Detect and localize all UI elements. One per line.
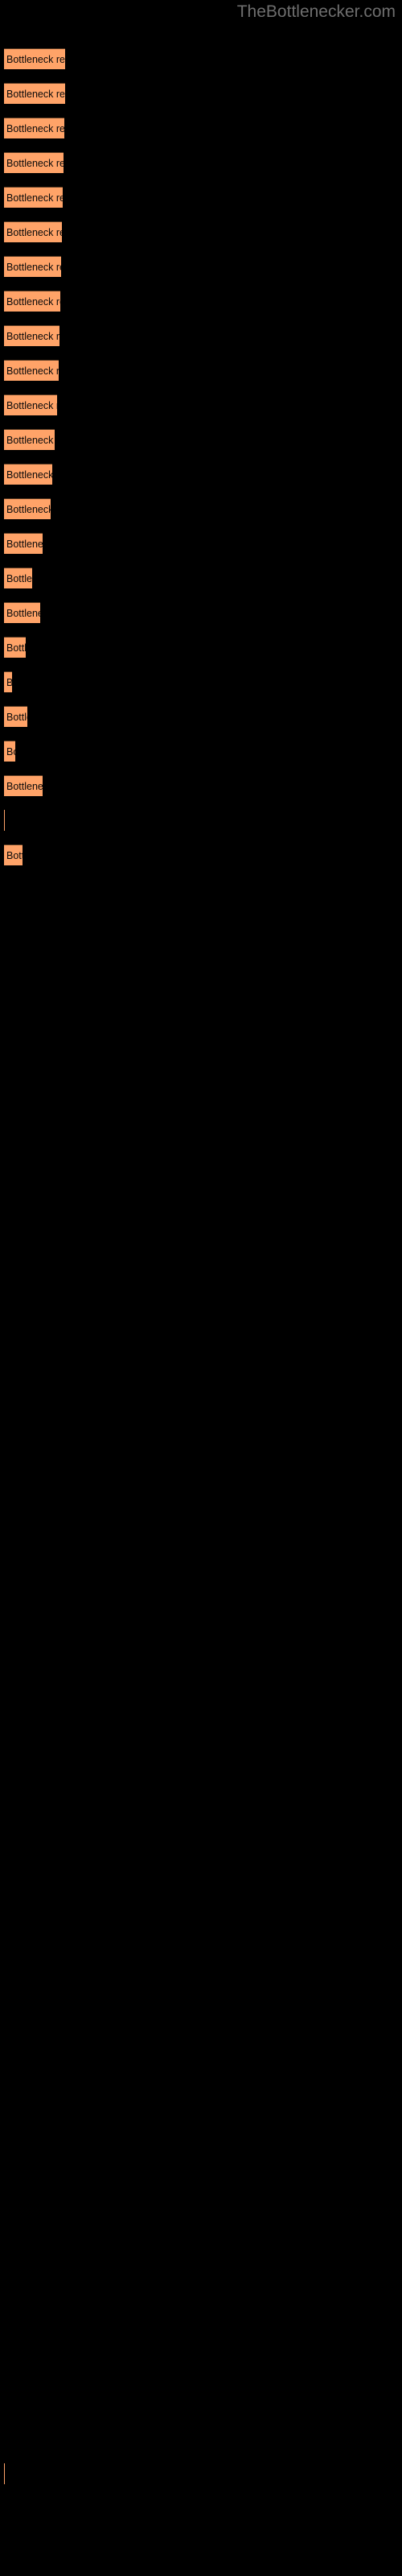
bar-19[interactable]: Bottleneck result <box>4 671 12 692</box>
bar-label: Bottleneck result <box>6 88 65 100</box>
bar-label: Bottleneck result <box>6 192 63 204</box>
bar-label: Bottleneck result <box>6 122 64 134</box>
bar-14[interactable]: Bottleneck result <box>4 498 51 519</box>
bar-10[interactable]: Bottleneck result <box>4 360 59 381</box>
bar-label: Bottleneck result <box>6 745 15 758</box>
bar-label: Bottleneck result <box>6 53 65 65</box>
bar-7[interactable]: Bottleneck result <box>4 256 61 277</box>
bar-label: Bottleneck result <box>6 677 12 688</box>
bar-9[interactable]: Bottleneck result <box>4 325 59 346</box>
bar-8[interactable]: Bottleneck result <box>4 291 60 312</box>
bar-4[interactable]: Bottleneck result <box>4 152 64 173</box>
bottleneck-bar-chart: TheBottlenecker.com Bottleneck result Bot… <box>0 0 402 2576</box>
bar-16[interactable]: Bottleneck result <box>4 568 32 588</box>
bar-label: Bottleneck result <box>6 365 59 377</box>
bar-label: Bottleneck result <box>6 572 32 584</box>
bar-label: Bottleneck result <box>6 642 26 654</box>
bar-24[interactable]: Bottleneck result <box>4 844 23 865</box>
bar-17[interactable]: Bottleneck result <box>4 602 40 623</box>
bar-label: Bottleneck result <box>6 434 55 446</box>
bar-11[interactable]: Bottleneck result <box>4 394 57 415</box>
bar-3[interactable]: Bottleneck result <box>4 118 64 138</box>
bar-label: Bottleneck result <box>6 226 62 238</box>
bar-label: Bottleneck result <box>6 849 23 861</box>
bar-2[interactable]: Bottleneck result <box>4 83 65 104</box>
bar-6[interactable]: Bottleneck result <box>4 221 62 242</box>
bar-15[interactable]: Bottleneck result <box>4 533 43 554</box>
bar-label: Bottleneck result <box>6 157 64 169</box>
bar-22[interactable]: Bottleneck result <box>4 775 43 796</box>
bar-12[interactable]: Bottleneck result <box>4 429 55 450</box>
bar-label: Bottleneck result <box>6 711 27 723</box>
bar-label: Bottleneck result <box>6 399 57 411</box>
bar-5[interactable]: Bottleneck result <box>4 187 63 208</box>
bar-18[interactable]: Bottleneck result <box>4 637 26 658</box>
bar-label: Bottleneck result <box>6 469 52 481</box>
bar-label: Bottleneck result <box>6 607 40 619</box>
bar-23[interactable]: Bottleneck result <box>4 810 5 831</box>
bar-20[interactable]: Bottleneck result <box>4 706 27 727</box>
bar-label: Bottleneck result <box>6 330 59 342</box>
page-title: TheBottlenecker.com <box>236 2 396 21</box>
bar-25[interactable]: Bottleneck result <box>4 2463 5 2484</box>
bar-label: Bottleneck result <box>6 780 43 792</box>
bar-1[interactable]: Bottleneck result <box>4 48 65 69</box>
bar-label: Bottleneck result <box>6 295 60 308</box>
bar-13[interactable]: Bottleneck result <box>4 464 52 485</box>
bar-21[interactable]: Bottleneck result <box>4 741 15 762</box>
bar-label: Bottleneck result <box>6 538 43 550</box>
bar-label: Bottleneck result <box>6 261 61 273</box>
bar-label: Bottleneck result <box>6 503 51 515</box>
